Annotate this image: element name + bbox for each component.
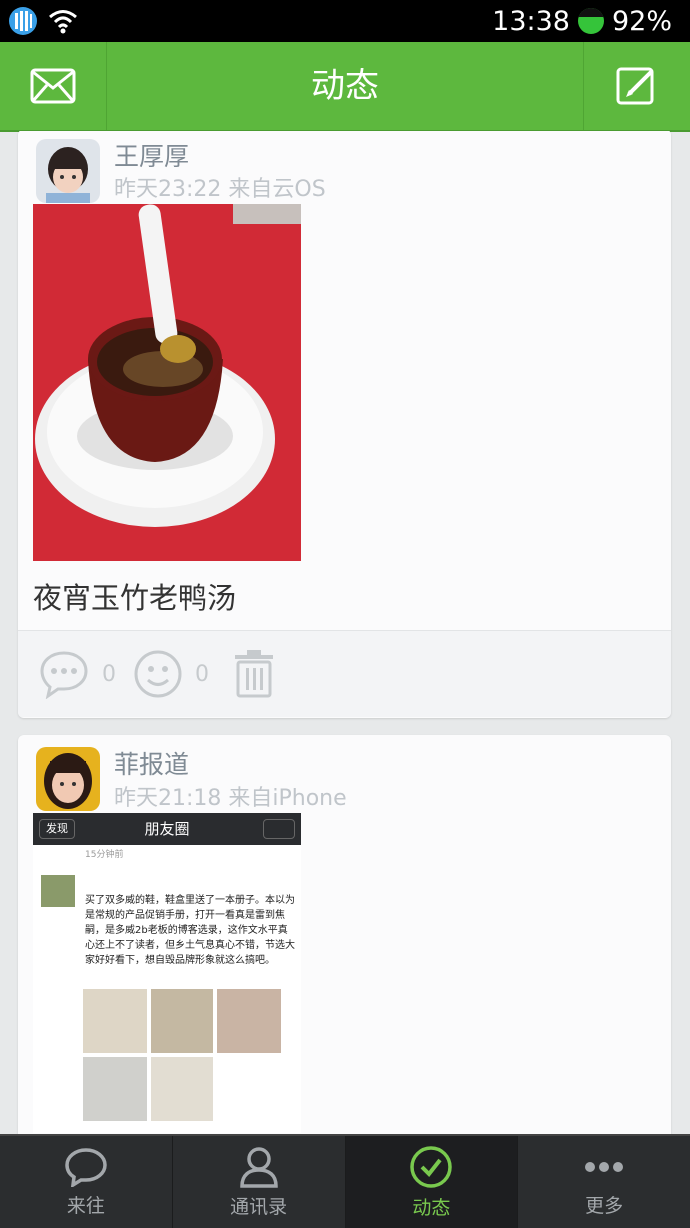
- trash-icon: [235, 650, 273, 698]
- post-author[interactable]: 菲报道: [114, 745, 189, 781]
- avatar[interactable]: [36, 747, 100, 811]
- screenshot-avatar: [41, 875, 75, 907]
- screenshot-header: 发现 朋友圈: [33, 813, 301, 845]
- screenshot-time: 15分钟前: [85, 850, 124, 860]
- messages-button[interactable]: [0, 42, 107, 130]
- avatar[interactable]: [36, 139, 100, 203]
- tab-chats[interactable]: 来往: [0, 1136, 173, 1228]
- tab-label: 来往: [66, 1194, 105, 1217]
- post-photo[interactable]: 发现 朋友圈 15分钟前 买了双多威的鞋，鞋盒里送了一本册子。本以为是常规的产品…: [33, 813, 301, 1133]
- post-photo[interactable]: [33, 204, 301, 561]
- comment-icon: [40, 651, 88, 699]
- screenshot-thumb: [217, 989, 281, 1053]
- bottom-nav: 来往 通讯录 动态 更多: [0, 1134, 690, 1228]
- comment-count: 0: [102, 661, 116, 687]
- post-caption: 夜宵玉竹老鸭汤: [33, 581, 237, 615]
- post-meta: 昨天23:22 来自云OS: [114, 177, 326, 202]
- status-bar: 13:38 92%: [0, 0, 690, 42]
- battery-icon: [577, 8, 604, 34]
- feed-list[interactable]: 王厚厚 昨天23:22 来自云OS 夜宵玉竹老鸭汤 0 0 菲报道 昨天21:1…: [0, 131, 690, 1134]
- title-bar: 动态: [0, 42, 690, 132]
- tab-contacts[interactable]: 通讯录: [173, 1136, 346, 1228]
- post-card: 王厚厚 昨天23:22 来自云OS 夜宵玉竹老鸭汤 0 0: [18, 131, 671, 718]
- like-button[interactable]: 0: [133, 649, 209, 699]
- check-circle-icon: [410, 1145, 453, 1188]
- post-author[interactable]: 王厚厚: [114, 137, 189, 173]
- smiley-icon: [134, 650, 182, 698]
- screenshot-thumb: [83, 1057, 147, 1121]
- page-title: 动态: [311, 66, 379, 106]
- contacts-icon: [239, 1146, 278, 1188]
- envelope-icon: [30, 68, 76, 104]
- post-meta: 昨天21:18 来自iPhone: [114, 786, 347, 811]
- compose-icon: [616, 67, 654, 105]
- post-actions: 0 0: [18, 630, 671, 717]
- tab-moments[interactable]: 动态: [345, 1136, 519, 1228]
- screenshot-thumb: [151, 1057, 213, 1121]
- clock: 13:38: [492, 5, 570, 37]
- post-card: 菲报道 昨天21:18 来自iPhone 发现 朋友圈 15分钟前 买了双多威的…: [18, 735, 671, 1134]
- like-count: 0: [195, 661, 209, 687]
- battery-level: 92%: [611, 5, 672, 37]
- tab-label: 通讯录: [230, 1195, 288, 1218]
- delete-button[interactable]: [233, 649, 275, 699]
- camera-icon: [263, 819, 295, 839]
- comment-button[interactable]: 0: [38, 649, 116, 699]
- screenshot-thumb: [151, 989, 213, 1053]
- app-logo-icon: [9, 7, 37, 35]
- wifi-icon: [49, 10, 77, 34]
- screenshot-title: 朋友圈: [144, 820, 190, 838]
- compose-button[interactable]: [583, 42, 690, 130]
- chat-bubble-icon: [65, 1147, 107, 1187]
- screenshot-thumb: [83, 989, 147, 1053]
- tab-label: 动态: [412, 1196, 451, 1219]
- screenshot-text: 买了双多威的鞋，鞋盒里送了一本册子。本以为是常规的产品促销手册，打开一看真是雷到…: [85, 895, 295, 966]
- tab-label: 更多: [585, 1194, 624, 1217]
- more-dots-icon: [585, 1161, 624, 1172]
- tab-more[interactable]: 更多: [518, 1136, 690, 1228]
